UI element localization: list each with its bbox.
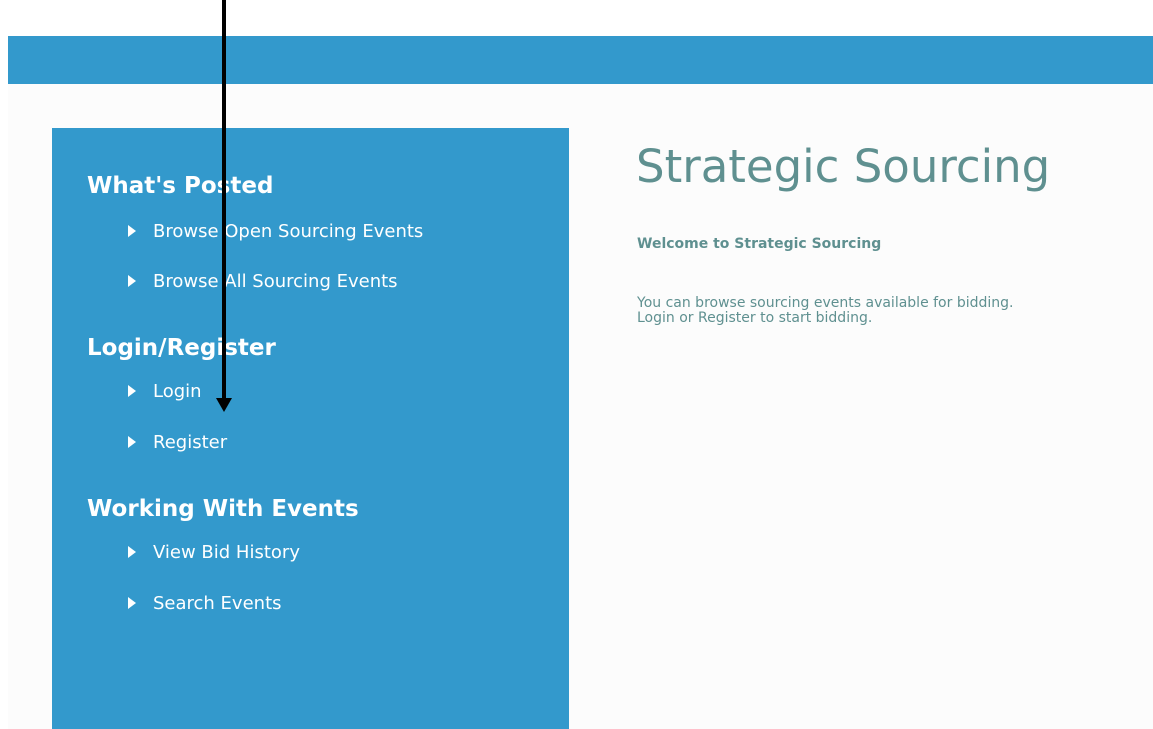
arrow-right-icon: [128, 436, 136, 448]
sidebar-nav: What's Posted Browse Open Sourcing Event…: [52, 128, 569, 729]
section-heading-whats-posted: What's Posted: [87, 173, 274, 199]
nav-link-browse-all-sourcing-events[interactable]: Browse All Sourcing Events: [128, 269, 398, 293]
nav-link-label: Search Events: [153, 592, 282, 614]
welcome-text: You can browse sourcing events available…: [637, 295, 1014, 326]
nav-link-label: Browse Open Sourcing Events: [153, 220, 424, 242]
arrow-right-icon: [128, 385, 136, 397]
arrow-right-icon: [128, 597, 136, 609]
arrow-right-icon: [128, 225, 136, 237]
arrow-right-icon: [128, 275, 136, 287]
nav-link-view-bid-history[interactable]: View Bid History: [128, 540, 300, 564]
section-heading-working-with-events: Working With Events: [87, 496, 359, 522]
nav-link-label: Browse All Sourcing Events: [153, 270, 398, 292]
annotation-arrow-head-icon: [216, 398, 232, 412]
nav-link-label: View Bid History: [153, 541, 300, 563]
nav-link-search-events[interactable]: Search Events: [128, 591, 282, 615]
nav-link-register[interactable]: Register: [128, 430, 227, 454]
nav-link-login[interactable]: Login: [128, 379, 202, 403]
arrow-right-icon: [128, 546, 136, 558]
nav-link-browse-open-sourcing-events[interactable]: Browse Open Sourcing Events: [128, 219, 423, 243]
nav-link-label: Register: [153, 431, 228, 453]
header-bar: [8, 36, 1153, 84]
annotation-arrow-line: [222, 0, 226, 400]
welcome-heading: Welcome to Strategic Sourcing: [637, 236, 882, 252]
page-title: Strategic Sourcing: [636, 140, 1051, 193]
section-heading-login-register: Login/Register: [87, 335, 276, 361]
nav-link-label: Login: [153, 380, 202, 402]
